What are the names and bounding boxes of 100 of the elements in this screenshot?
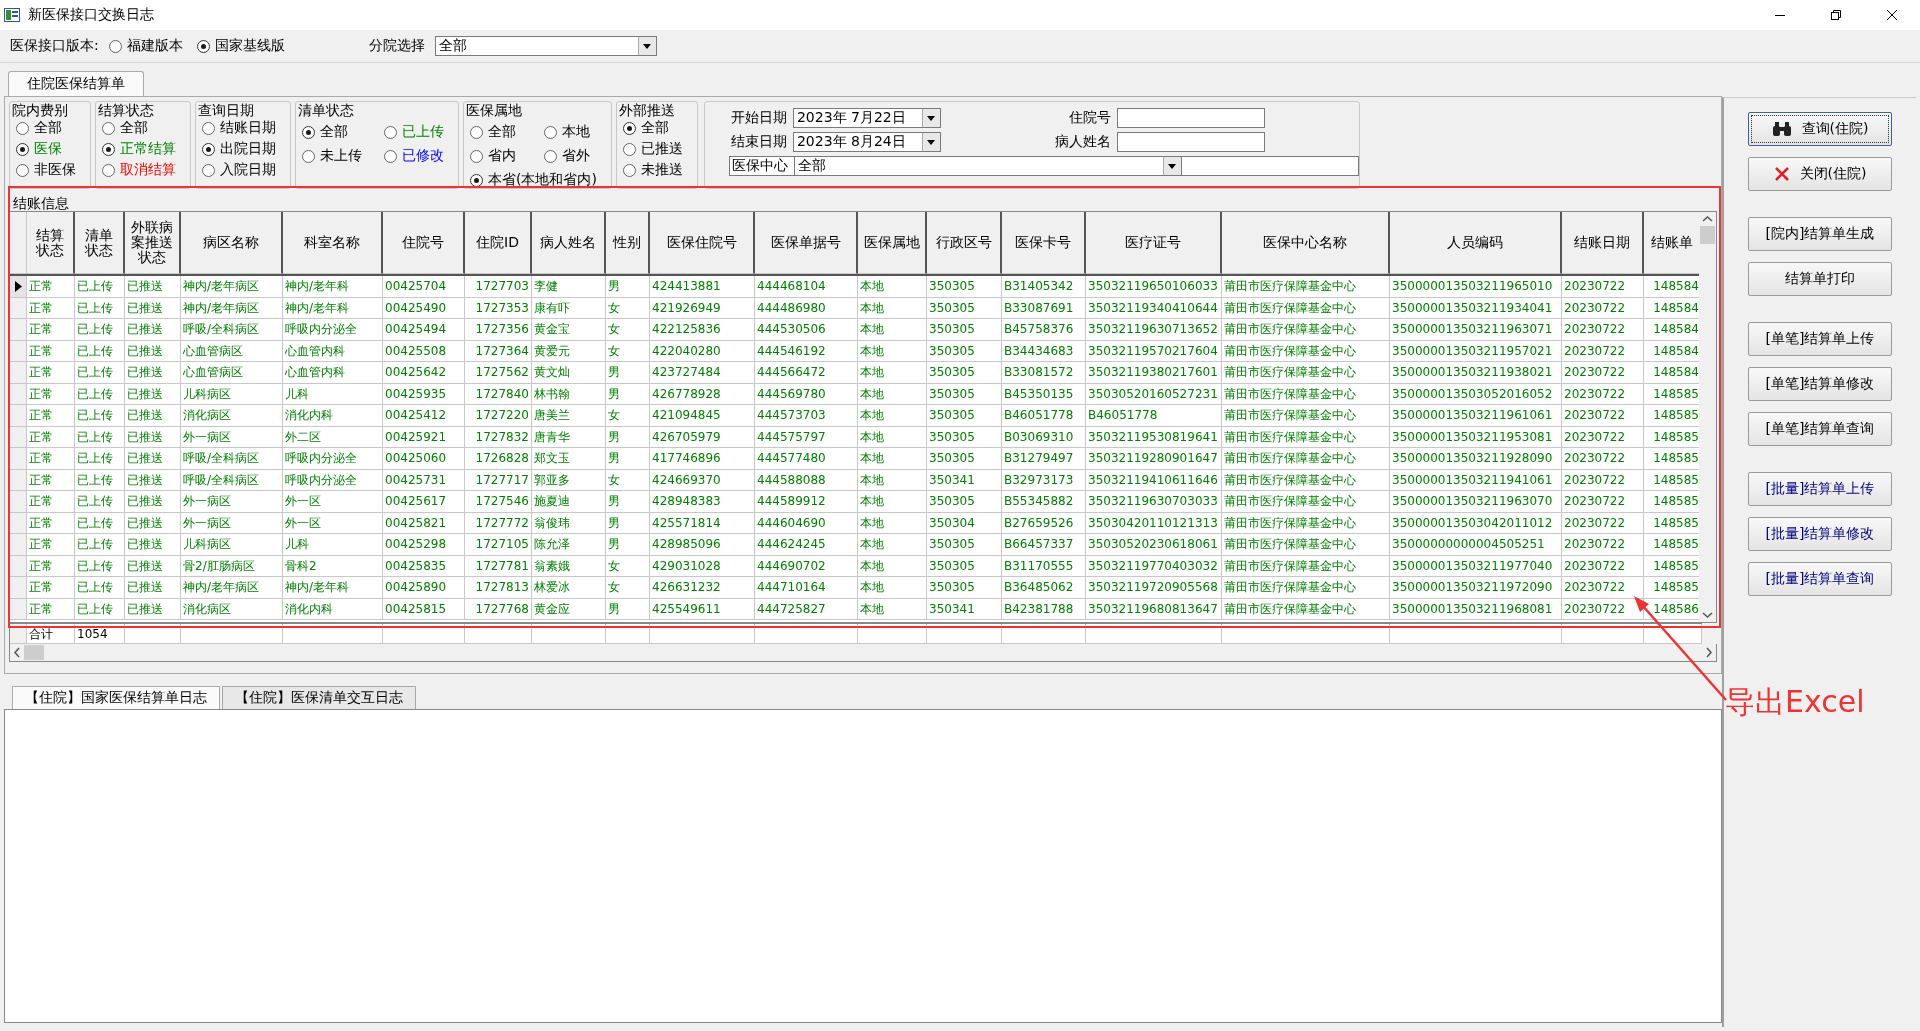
button[interactable]: [院内]结算单生成 [1748,217,1892,251]
column-header[interactable]: 性别 [606,212,650,274]
column-header[interactable]: 外联病案推送状态 [125,212,181,274]
table-cell: 350000013503052016052 [1390,383,1562,405]
radio-button[interactable]: 取消结算 [102,161,176,179]
tab[interactable]: 【住院】国家医保结算单日志 [12,686,220,709]
restore-icon[interactable] [1831,10,1841,20]
button[interactable]: 查询(住院) [1748,112,1892,146]
radio-circle[interactable] [302,125,315,139]
radio-circle[interactable] [16,142,29,156]
radio-circle[interactable] [108,39,122,53]
horizontal-scrollbar[interactable] [9,644,1717,662]
radio-circle[interactable] [384,149,397,163]
radio-circle[interactable] [622,121,636,135]
radio-button[interactable]: 未上传 [302,147,362,165]
radio-circle[interactable] [622,163,636,177]
radio-button[interactable]: 全部 [16,119,76,137]
table-cell: 00425298 [383,534,465,556]
column-header[interactable]: 结账单 [1644,212,1699,274]
close-icon[interactable] [1887,10,1897,20]
button[interactable]: [批量]结算单上传 [1748,472,1892,506]
radio-circle[interactable] [470,149,483,163]
radio-button[interactable]: 全部 [622,119,683,137]
radio-circle[interactable] [102,163,115,177]
row-header[interactable] [10,276,27,298]
radio-circle[interactable] [102,142,115,156]
radio-button[interactable]: 全部 [302,123,362,141]
radio-circle[interactable] [16,121,29,135]
column-header[interactable]: 清单状态 [75,212,125,274]
tab[interactable]: 【住院】医保清单交互日志 [222,686,416,709]
button[interactable]: [批量]结算单修改 [1748,517,1892,551]
radio-button[interactable]: 本地 [544,123,597,141]
radio-button[interactable]: 未推送 [622,161,683,179]
dropdown[interactable]: 2023年 8月24日 [792,132,941,152]
table-cell: B27659526 [1002,512,1086,534]
table-cell: 呼吸内分泌全 [283,448,383,470]
radio-circle[interactable] [622,142,636,156]
radio-circle[interactable] [470,173,483,187]
radio-circle[interactable] [196,39,210,53]
radio-circle[interactable] [544,149,558,163]
column-header[interactable]: 医疗证号 [1086,212,1222,274]
radio-button[interactable]: 入院日期 [202,161,276,179]
radio-button[interactable]: 省外 [544,147,597,165]
radio-button[interactable]: 已上传 [384,123,444,141]
radio-button[interactable]: 出院日期 [202,140,276,158]
column-header[interactable]: 人员编码 [1390,212,1562,274]
radio-button[interactable]: 省内 [470,147,523,165]
column-header[interactable]: 医保卡号 [1002,212,1086,274]
button[interactable]: [单笔]结算单查询 [1748,412,1892,446]
column-header[interactable]: 结账日期 [1562,212,1644,274]
scroll-thumb[interactable] [24,645,44,660]
radio-circle[interactable] [202,121,215,135]
column-header[interactable]: 病人姓名 [532,212,606,274]
input-field[interactable] [1116,108,1265,128]
radio-button[interactable]: 正常结算 [102,140,176,158]
radio-button[interactable]: 国家基线版 [196,37,285,55]
radio-circle[interactable] [16,163,29,177]
table-cell: 00425835 [383,555,465,577]
radio-button[interactable]: 本省(本地和省内) [470,171,597,189]
column-header[interactable]: 医保中心名称 [1222,212,1390,274]
column-header[interactable]: 住院ID [465,212,532,274]
radio-circle[interactable] [470,125,483,139]
column-header[interactable]: 科室名称 [283,212,383,274]
radio-circle[interactable] [202,163,215,177]
table-cell: 444725827 [755,598,858,620]
table-cell: 正常 [27,383,75,405]
radio-button[interactable]: 全部 [470,123,523,141]
button[interactable]: [单笔]结算单修改 [1748,367,1892,401]
dropdown[interactable]: 全部 [793,156,1182,176]
scroll-thumb[interactable] [1700,226,1715,244]
column-header[interactable]: 结算状态 [27,212,75,274]
column-header[interactable]: 医保属地 [858,212,927,274]
radio-circle[interactable] [202,142,215,156]
radio-circle[interactable] [384,125,397,139]
tab[interactable]: 住院医保结算单 [8,71,144,96]
button[interactable]: 结算单打印 [1748,262,1892,296]
column-header[interactable]: 医保住院号 [650,212,755,274]
button[interactable]: [单笔]结算单上传 [1748,322,1892,356]
radio-button[interactable]: 福建版本 [108,37,183,55]
column-header[interactable]: 住院号 [383,212,465,274]
column-header[interactable]: 病区名称 [181,212,283,274]
button[interactable]: 关闭(住院) [1748,157,1892,191]
vertical-scrollbar[interactable] [1699,212,1717,622]
dropdown[interactable]: 全部 [434,36,657,56]
radio-circle[interactable] [544,125,558,139]
radio-circle[interactable] [102,121,115,135]
radio-button[interactable]: 全部 [102,119,176,137]
radio-button[interactable]: 结账日期 [202,119,276,137]
column-header[interactable]: 医保单据号 [755,212,858,274]
close-icon [1773,166,1790,182]
radio-button[interactable]: 非医保 [16,161,76,179]
input-field[interactable] [1116,132,1265,152]
table-cell: 350000013503211953081 [1390,426,1562,448]
button[interactable]: [批量]结算单查询 [1748,562,1892,596]
radio-button[interactable]: 已修改 [384,147,444,165]
column-header[interactable]: 行政区号 [927,212,1002,274]
radio-button[interactable]: 医保 [16,140,76,158]
dropdown[interactable]: 2023年 7月22日 [792,108,941,128]
radio-button[interactable]: 已推送 [622,140,683,158]
radio-circle[interactable] [302,149,315,163]
